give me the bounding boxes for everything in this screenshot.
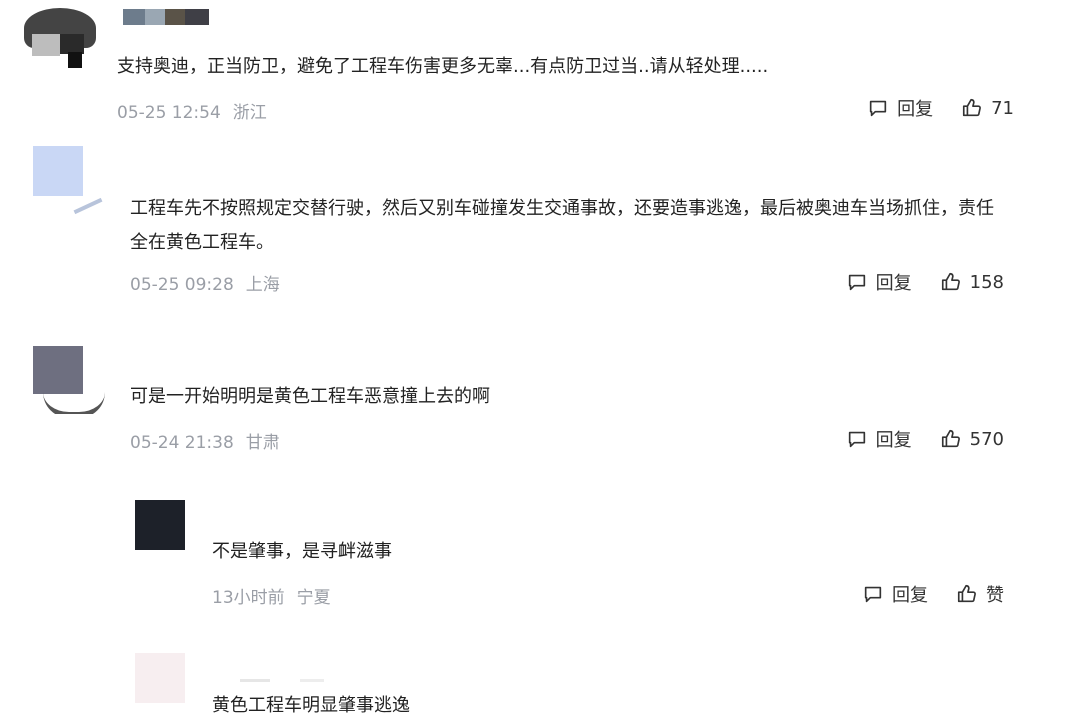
comment-location: 浙江 [232,103,267,123]
like-button[interactable]: 158 [940,271,1004,293]
like-button[interactable]: 赞 [956,581,1004,607]
like-count: 570 [969,428,1004,450]
avatar[interactable] [135,500,185,550]
comment-meta: 05-24 21:38 甘肃 [130,428,280,453]
comment-bubble-icon [848,431,865,448]
comment-actions: 回复 158 [846,269,1004,295]
thumbs-up-icon [963,98,982,117]
comment-text: 可是一开始明明是黄色工程车恶意撞上去的啊 [130,386,490,407]
reply-button[interactable]: 回复 [867,95,933,121]
comment-item: 工程车先不按照规定交替行驶，然后又别车碰撞发生交通事故，还要造事逃逸，最后被奥迪… [0,140,1080,330]
author-name[interactable] [240,667,324,686]
comment-text: 黄色工程车明显肇事逃逸 [212,695,410,716]
comment-text: 工程车先不按照规定交替行驶，然后又别车碰撞发生交通事故，还要造事逃逸，最后被奥迪… [130,198,994,253]
comment-item: 支持奥迪，正当防卫，避免了工程车伤害更多无辜...有点防卫过当..请从轻处理..… [0,0,1080,140]
thumbs-up-icon [957,584,976,603]
comment-meta: 05-25 09:28 上海 [130,270,280,295]
comment-item: 可是一开始明明是黄色工程车恶意撞上去的啊 05-24 21:38 甘肃 回复 57… [0,340,1080,480]
like-label: 赞 [986,585,1004,606]
reply-button[interactable]: 回复 [862,581,928,607]
comment-actions: 回复 71 [867,95,1014,121]
comment-text: 支持奥迪，正当防卫，避免了工程车伤害更多无辜...有点防卫过当..请从轻处理..… [117,56,769,77]
comment-date: 13小时前 [212,588,285,608]
comment-actions: 回复 赞 [862,581,1004,607]
comment-text: 不是肇事，是寻衅滋事 [212,541,392,562]
avatar[interactable] [33,346,105,414]
comment-bubble-icon [848,274,865,291]
reply-label: 回复 [875,273,912,294]
comment-actions: 回复 570 [846,426,1004,452]
comment-location: 甘肃 [245,433,280,453]
thumbs-up-icon [941,429,960,448]
reply-item: 不是肇事，是寻衅滋事 13小时前 宁夏 回复 赞 [0,490,1080,630]
comment-location: 上海 [245,275,280,295]
reply-label: 回复 [892,585,928,606]
like-count: 71 [991,97,1014,119]
like-button[interactable]: 71 [961,97,1014,119]
like-button[interactable]: 570 [940,428,1004,450]
comment-date: 05-25 12:54 [117,103,221,123]
comment-date: 05-24 21:38 [130,433,234,453]
comment-location: 宁夏 [296,588,331,608]
comment-date: 05-25 09:28 [130,275,234,295]
comment-meta: 05-25 12:54 浙江 [117,98,267,123]
reply-label: 回复 [875,430,912,451]
author-name[interactable] [123,9,209,29]
avatar[interactable] [33,146,105,220]
thumbs-up-icon [941,272,960,291]
reply-label: 回复 [897,99,934,120]
comment-bubble-icon [864,586,882,603]
comment-meta: 13小时前 宁夏 [212,583,331,608]
reply-button[interactable]: 回复 [846,269,912,295]
like-count: 158 [969,271,1004,293]
reply-button[interactable]: 回复 [846,426,912,452]
reply-item: 黄色工程车明显肇事逃逸 [0,645,1080,723]
avatar[interactable] [24,8,96,72]
avatar[interactable] [135,653,185,703]
comment-bubble-icon [869,100,887,117]
